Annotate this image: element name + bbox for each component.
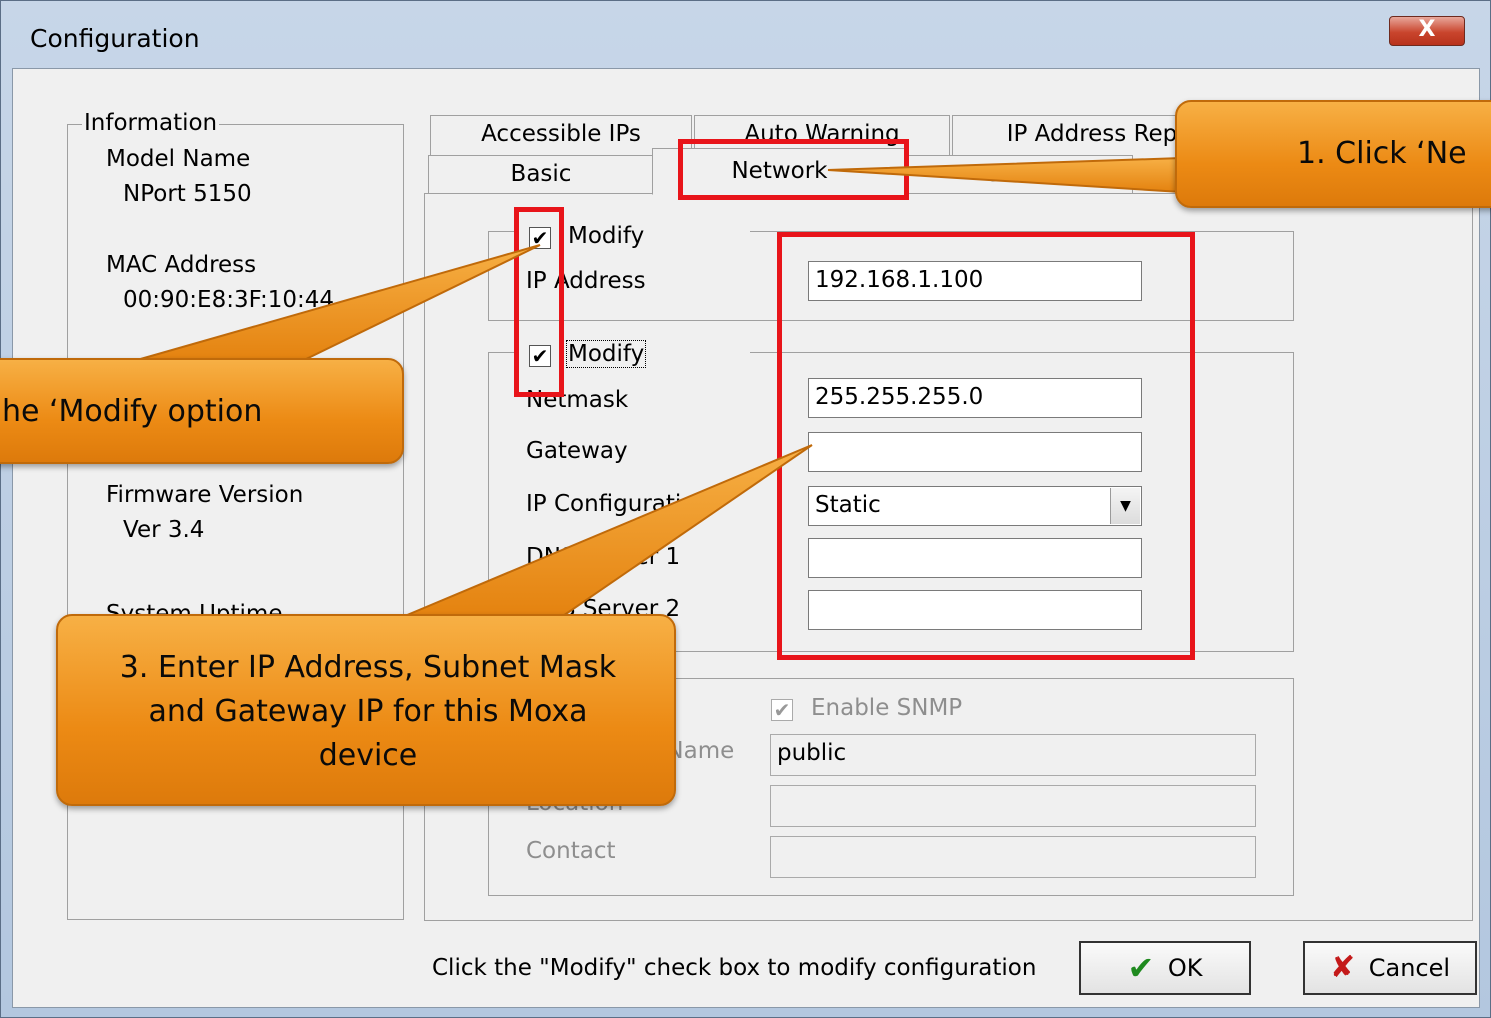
callout-1-pointer: [827, 156, 1183, 194]
callout-step-1-text: 1. Click ‘Ne: [1297, 136, 1467, 171]
callout-3-pointer: [399, 444, 813, 619]
callout-step-2-text: he ‘Modify option: [2, 394, 263, 429]
callout-step-2: he ‘Modify option: [0, 358, 404, 464]
callout-step-3-text: 3. Enter IP Address, Subnet Mask and Gat…: [119, 650, 617, 773]
callout-2-pointer: [129, 244, 541, 363]
callout-step-1: 1. Click ‘Ne: [1175, 100, 1491, 208]
callout-step-3: 3. Enter IP Address, Subnet Mask and Gat…: [56, 614, 676, 806]
